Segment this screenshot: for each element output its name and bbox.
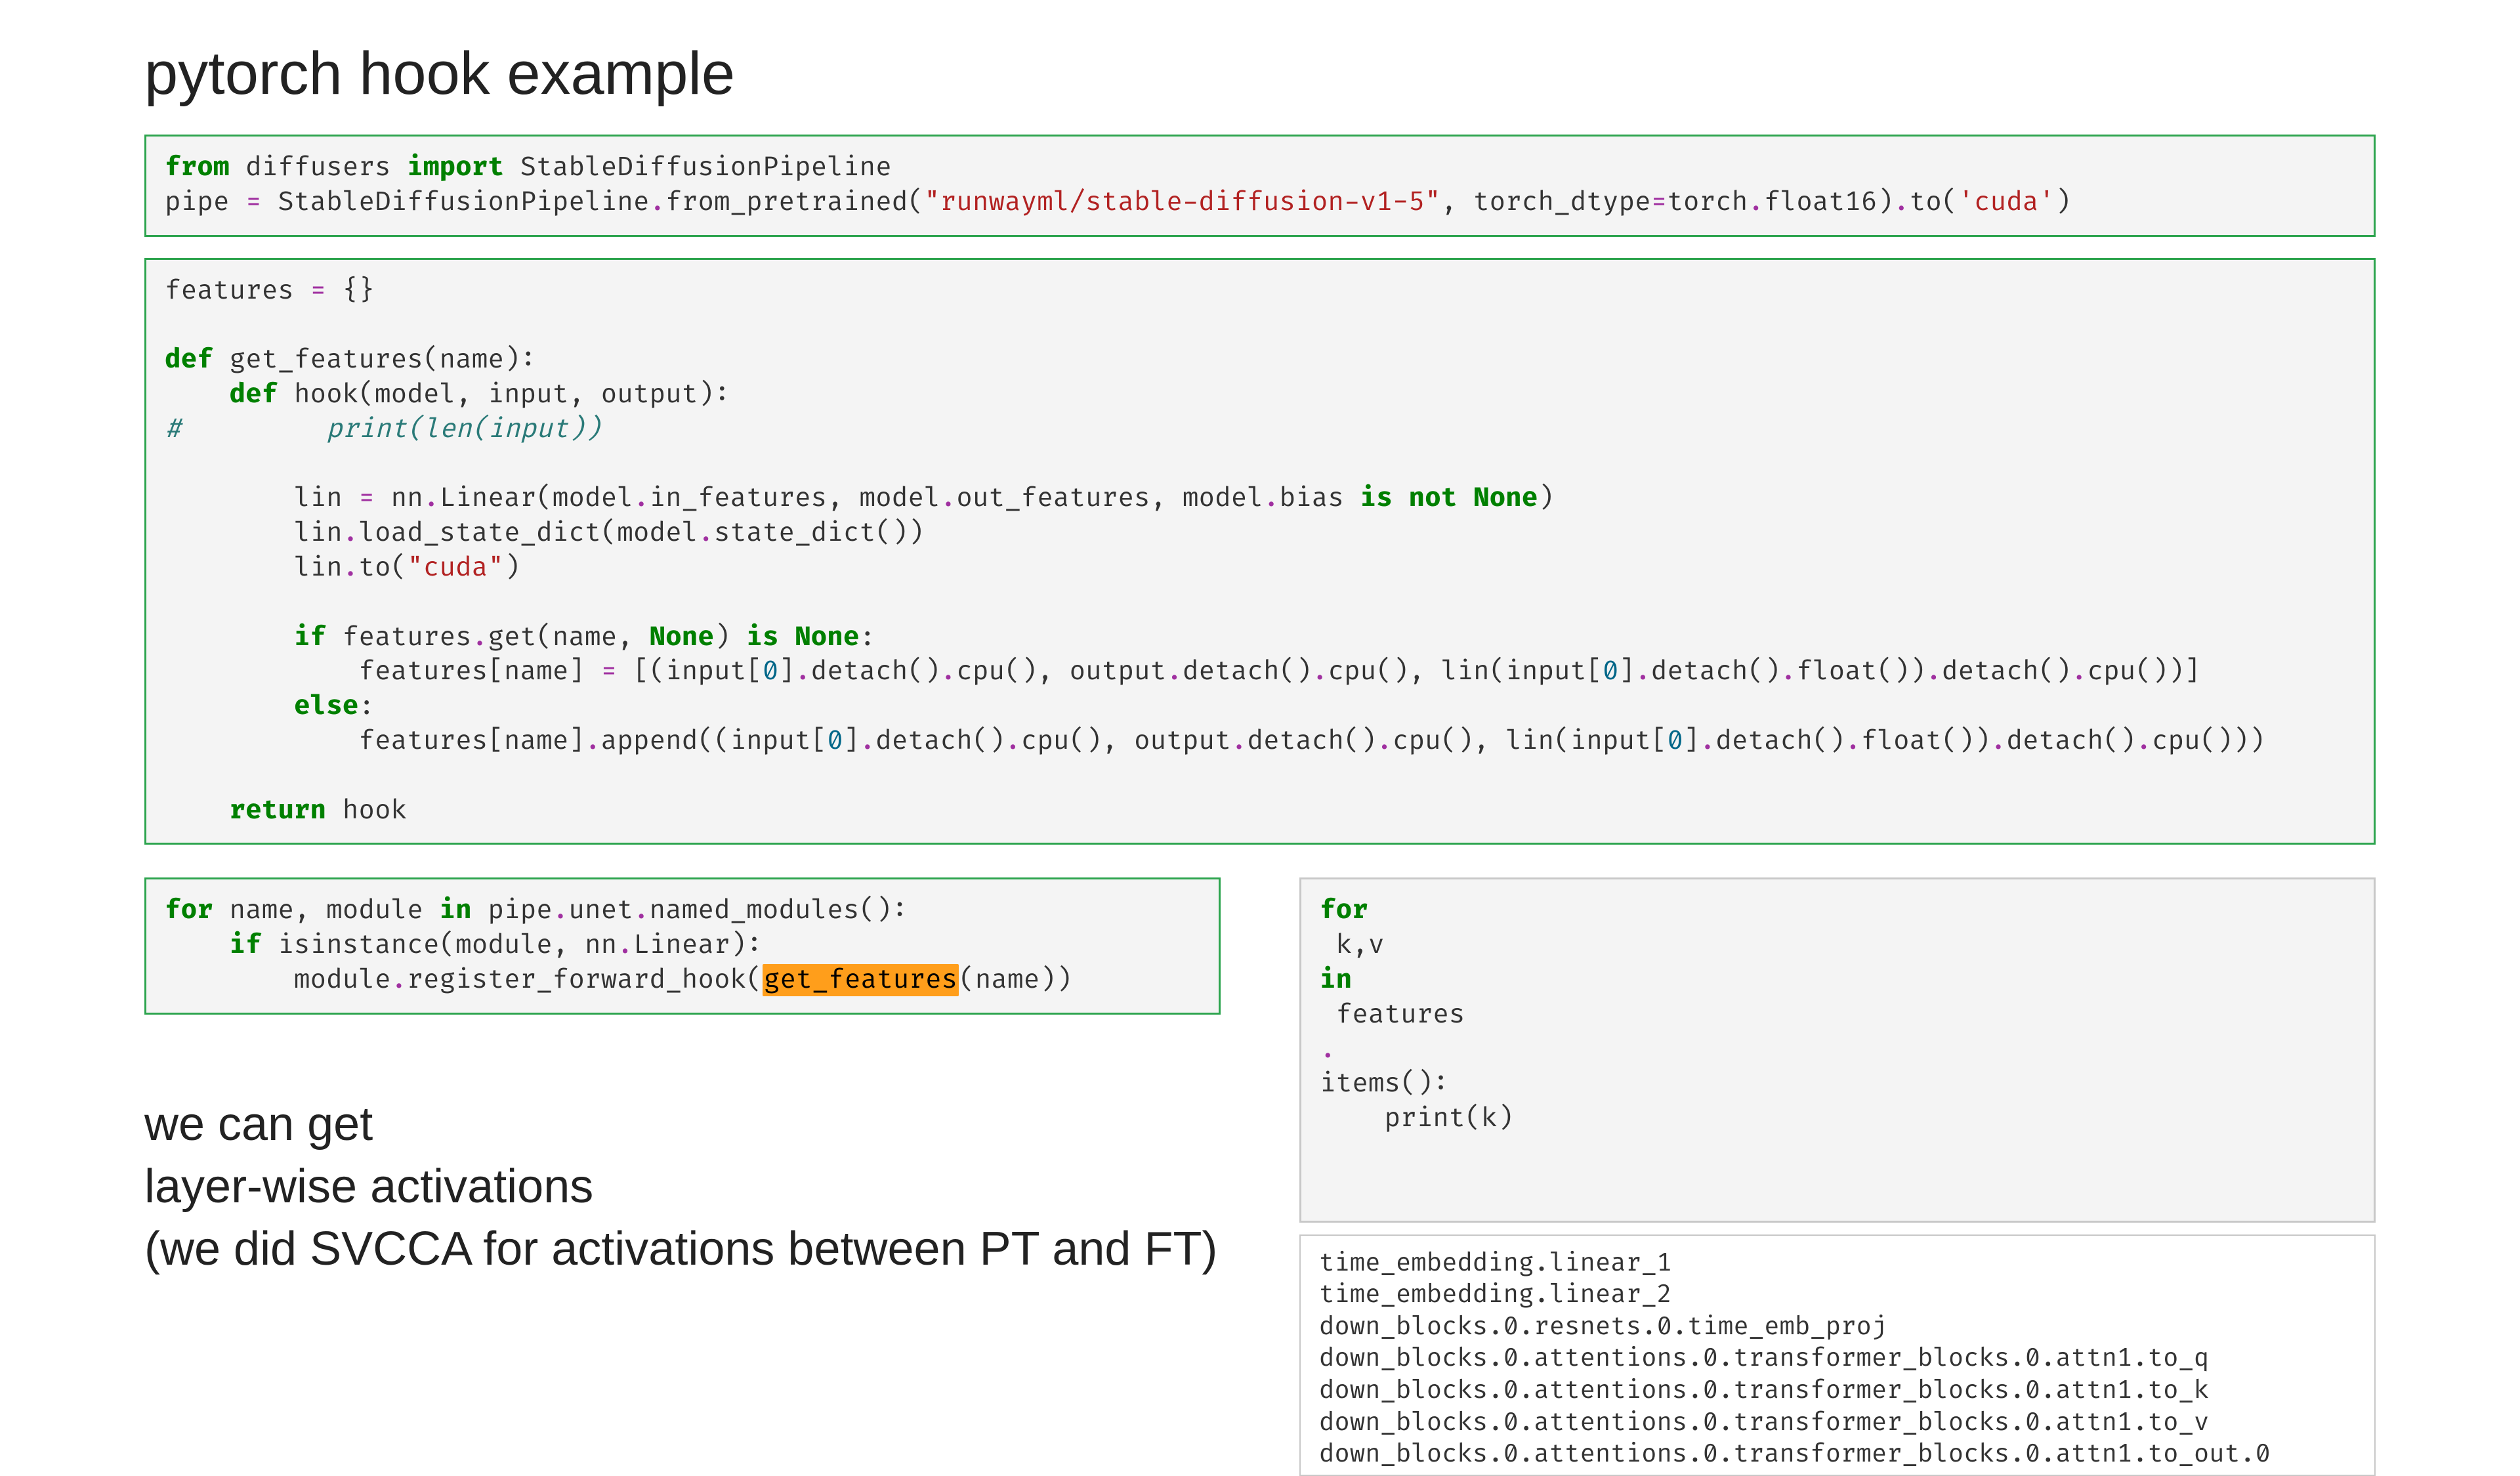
caption-line-1: we can get	[144, 1093, 1221, 1156]
caption-line-3: (we did SVCCA for activations between PT…	[144, 1218, 1221, 1280]
caption-line-2: layer-wise activations	[144, 1156, 1221, 1218]
code-block-print: for k,v in features.items(): print(k)	[1299, 877, 2376, 1222]
caption: we can get layer-wise activations (we di…	[144, 1093, 1221, 1280]
kw-import: import	[407, 152, 504, 184]
output-line: time_embedding.linear_2	[1319, 1279, 1672, 1310]
slide: pytorch hook example from diffusers impo…	[0, 0, 2520, 1418]
output-line: time_embedding.linear_1	[1319, 1248, 1672, 1278]
output-block: time_embedding.linear_1 time_embedding.l…	[1299, 1234, 2376, 1476]
output-line: down_blocks.0.attentions.0.transformer_b…	[1319, 1407, 2209, 1438]
highlighted-get-features: get_features	[763, 964, 959, 996]
output-line: down_blocks.0.attentions.0.transformer_b…	[1319, 1343, 2209, 1374]
kw-from: from	[165, 152, 229, 184]
code-block-import: from diffusers import StableDiffusionPip…	[144, 135, 2376, 237]
code-block-register: for name, module in pipe.unet.named_modu…	[144, 877, 1221, 1014]
output-line: down_blocks.0.attentions.0.transformer_b…	[1319, 1375, 2209, 1406]
slide-title: pytorch hook example	[144, 39, 2376, 108]
code-block-hook: features = {} def get_features(name): de…	[144, 258, 2376, 845]
output-line: down_blocks.0.resnets.0.time_emb_proj	[1319, 1311, 1887, 1342]
output-line: down_blocks.0.attentions.0.transformer_b…	[1319, 1439, 2271, 1469]
